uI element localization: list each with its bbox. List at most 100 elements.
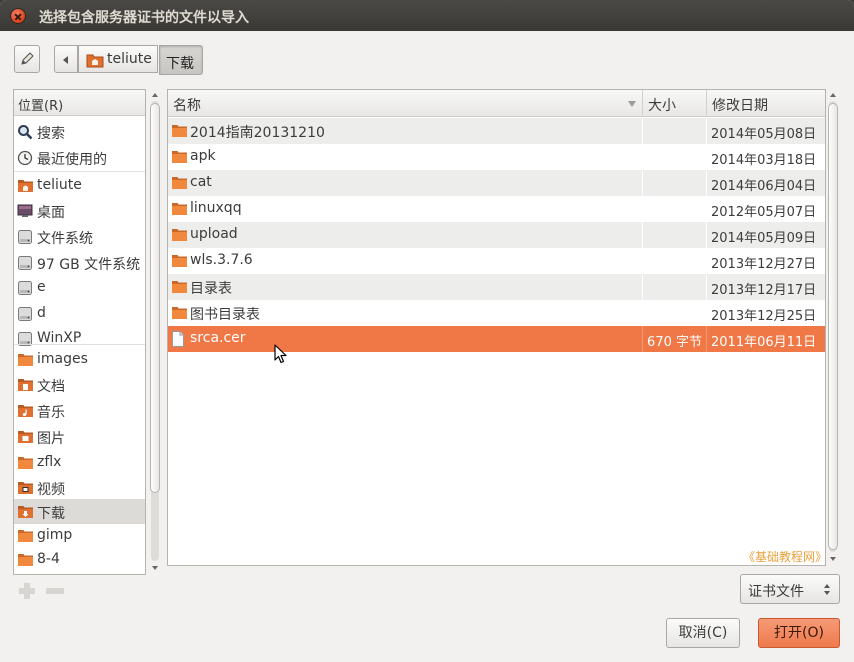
file-row[interactable]: 2014指南20131210 2014年05月08日 [168, 118, 825, 144]
name-cell: linuxqq [168, 196, 643, 222]
places-item[interactable]: 下载 [14, 499, 145, 524]
file-row[interactable]: 目录表 2013年12月17日 [168, 274, 825, 300]
places-item[interactable]: 文件系统 [14, 224, 145, 249]
scroll-thumb[interactable] [828, 103, 838, 550]
modified-cell: 2014年05月08日 [707, 118, 825, 144]
modified-cell: 2011年06月11日 [707, 326, 825, 352]
folder-icon [171, 201, 188, 220]
type-location-button[interactable] [14, 45, 40, 73]
name-cell: cat [168, 170, 643, 196]
file-row[interactable]: cat 2014年06月04日 [168, 170, 825, 196]
file-modified-date: 2014年06月04日 [711, 179, 817, 194]
mouse-pointer-icon [274, 344, 287, 364]
drive-icon [17, 229, 33, 244]
file-icon [171, 331, 185, 351]
close-icon[interactable] [10, 8, 26, 24]
places-sidebar: 位置(R) 搜索 最近使用的 teliute 桌面 文件系统 97 GB 文件系统 e d Wi… [13, 89, 146, 575]
places-scrollbar[interactable] [148, 89, 162, 575]
file-row[interactable]: wls.3.7.6 2013年12月27日 [168, 248, 825, 274]
places-header[interactable]: 位置(R) [14, 90, 145, 116]
places-item-label: 视频 [37, 482, 65, 498]
places-item[interactable]: images [14, 347, 145, 372]
size-cell [643, 274, 707, 300]
places-item[interactable]: d [14, 301, 145, 326]
name-cell: srca.cer [168, 326, 643, 352]
path-scroll-left-button[interactable] [54, 45, 78, 73]
scroll-up-arrow-icon[interactable] [152, 93, 158, 97]
file-modified-date: 2011年06月11日 [711, 335, 817, 350]
cancel-button[interactable]: 取消(C) [666, 618, 740, 648]
home-folder-icon [17, 178, 33, 193]
modified-cell: 2014年03月18日 [707, 144, 825, 170]
file-row[interactable]: apk 2014年03月18日 [168, 144, 825, 170]
pictures-folder-icon [17, 429, 33, 444]
places-item[interactable]: 搜索 [14, 119, 145, 144]
file-modified-date: 2014年05月08日 [711, 127, 817, 142]
file-row[interactable]: srca.cer 670 字节 2011年06月11日 [168, 326, 825, 352]
places-item-label: e [37, 279, 46, 295]
places-item[interactable]: gimp [14, 523, 145, 548]
add-bookmark-icon[interactable] [18, 582, 36, 600]
places-item-label: 搜索 [37, 126, 65, 142]
drive-icon [17, 255, 33, 270]
file-type-filter-select[interactable]: 证书文件 [740, 574, 840, 604]
places-item-label: 8-4 [37, 551, 60, 567]
folder-icon [171, 253, 188, 272]
places-item[interactable]: 文档 [14, 372, 145, 397]
file-modified-date: 2013年12月25日 [711, 309, 817, 324]
places-item[interactable]: 音乐 [14, 398, 145, 423]
crumb-home-button[interactable]: teliute [78, 45, 158, 73]
scroll-down-arrow-icon[interactable] [830, 557, 836, 561]
file-name: 图书目录表 [190, 307, 260, 323]
file-name: upload [190, 226, 238, 242]
places-item[interactable]: 桌面 [14, 198, 145, 223]
open-button[interactable]: 打开(O) [758, 618, 840, 648]
file-modified-date: 2013年12月17日 [711, 283, 817, 298]
name-cell: wls.3.7.6 [168, 248, 643, 274]
crumb-downloads-button[interactable]: 下载 [159, 45, 203, 75]
search-icon [17, 124, 33, 140]
folder-icon [171, 227, 188, 246]
places-item-label: gimp [37, 527, 73, 543]
scroll-thumb[interactable] [150, 103, 160, 493]
column-header-name[interactable]: 名称 [168, 90, 643, 117]
file-row[interactable]: linuxqq 2012年05月07日 [168, 196, 825, 222]
places-item[interactable]: zflx [14, 450, 145, 475]
crumb-label: 下载 [166, 56, 194, 72]
column-header-modified[interactable]: 修改日期 [707, 90, 825, 117]
column-header-size[interactable]: 大小 [643, 90, 707, 117]
file-row[interactable]: 图书目录表 2013年12月25日 [168, 300, 825, 326]
modified-cell: 2013年12月27日 [707, 248, 825, 274]
places-item[interactable]: 8-4 [14, 547, 145, 572]
modified-cell: 2013年12月17日 [707, 274, 825, 300]
file-name: wls.3.7.6 [190, 252, 253, 268]
modified-cell: 2013年12月25日 [707, 300, 825, 326]
places-item[interactable]: 图片 [14, 424, 145, 449]
places-item[interactable]: teliute [14, 173, 145, 198]
scroll-down-arrow-icon[interactable] [152, 566, 158, 570]
file-row[interactable]: upload 2014年05月09日 [168, 222, 825, 248]
size-cell [643, 300, 707, 326]
folder-icon [17, 352, 33, 367]
file-name: cat [190, 174, 212, 190]
file-list-scrollbar[interactable] [826, 89, 840, 566]
remove-bookmark-icon[interactable] [46, 588, 64, 594]
places-item[interactable]: 视频 [14, 475, 145, 500]
folder-icon [17, 552, 33, 567]
file-name: apk [190, 148, 216, 164]
folder-icon [171, 175, 188, 194]
videos-folder-icon [17, 480, 33, 495]
size-cell [643, 144, 707, 170]
places-item-label: 文件系统 [37, 231, 93, 247]
places-item[interactable]: e [14, 275, 145, 300]
places-item[interactable]: 最近使用的 [14, 145, 145, 170]
titlebar: 选择包含服务器证书的文件以导入 [0, 0, 854, 31]
modified-cell: 2012年05月07日 [707, 196, 825, 222]
scroll-up-arrow-icon[interactable] [830, 93, 836, 97]
places-item[interactable]: 97 GB 文件系统 [14, 250, 145, 275]
places-item-label: 音乐 [37, 405, 65, 421]
places-item-label: 最近使用的 [37, 152, 107, 168]
crumb-label: teliute [107, 51, 152, 67]
file-modified-date: 2014年05月09日 [711, 231, 817, 246]
folder-icon [171, 279, 188, 298]
